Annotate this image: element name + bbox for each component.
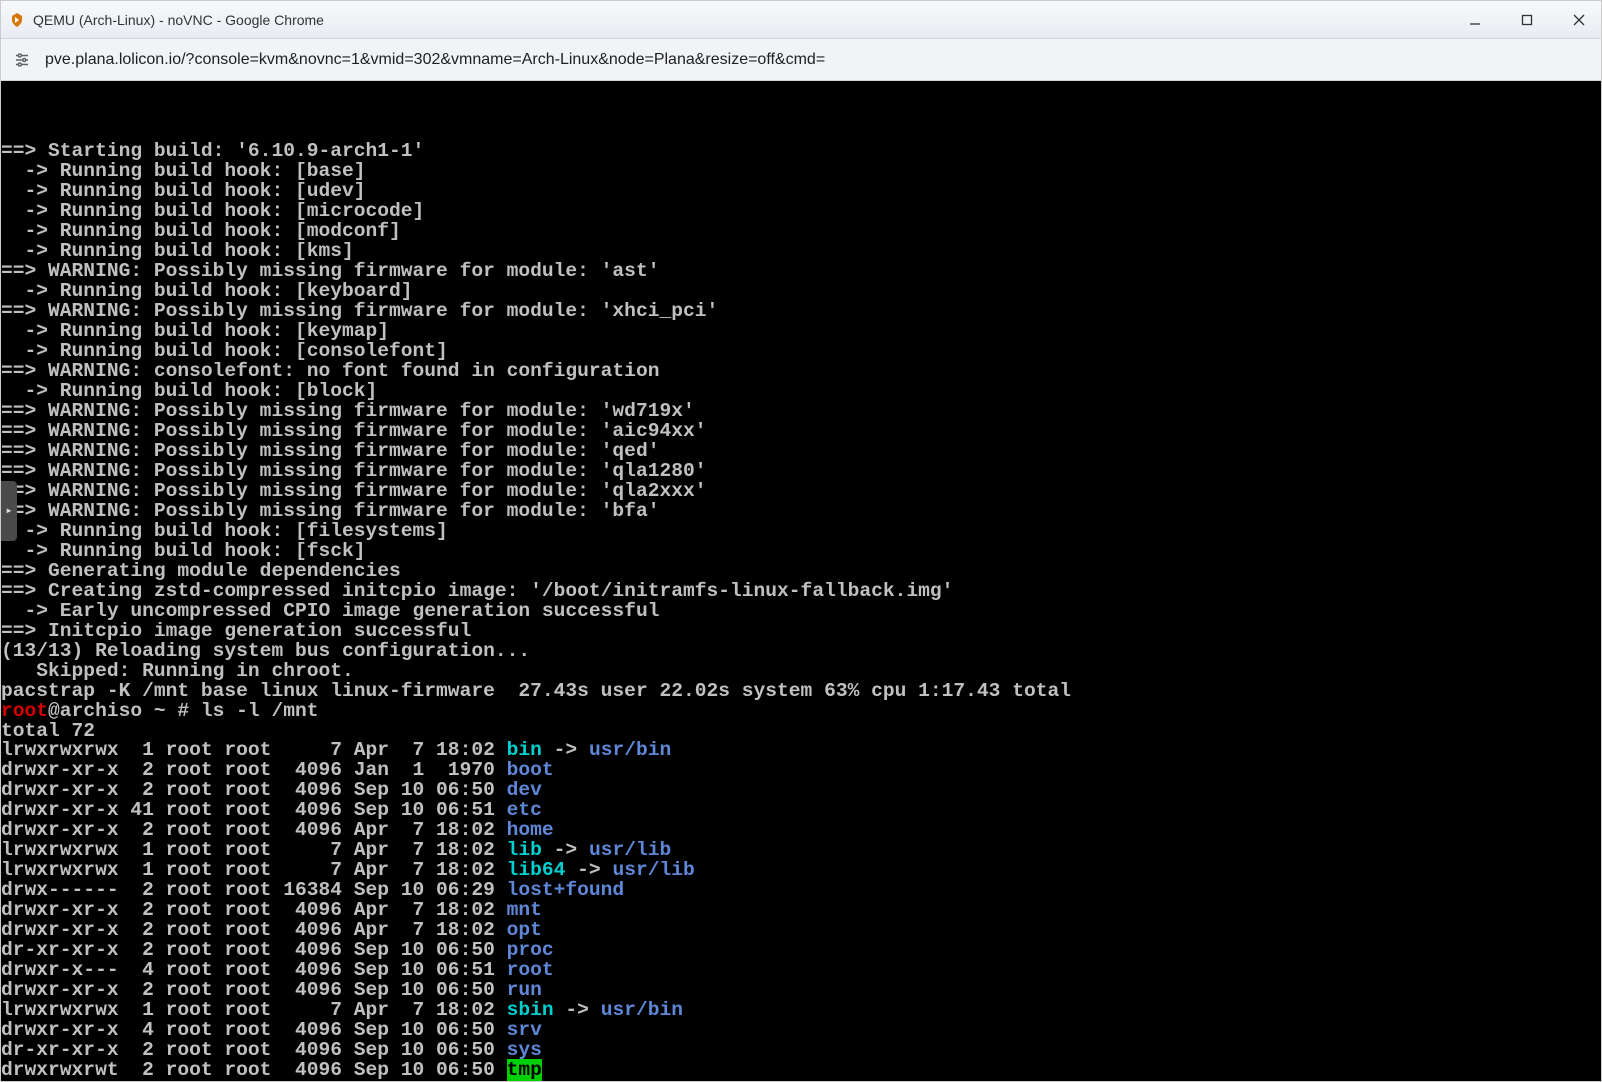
- terminal-line: drwxr-xr-x 8 root root 4096 Sep 10 06:51…: [1, 1080, 1601, 1081]
- terminal-line: lrwxrwxrwx 1 root root 7 Apr 7 18:02 lib…: [1, 840, 1601, 860]
- terminal-line: ==> WARNING: Possibly missing firmware f…: [1, 501, 1601, 521]
- address-bar[interactable]: pve.plana.lolicon.io/?console=kvm&novnc=…: [1, 39, 1601, 81]
- window-titlebar: QEMU (Arch-Linux) - noVNC - Google Chrom…: [1, 1, 1601, 39]
- close-button[interactable]: [1565, 6, 1593, 34]
- terminal-line: drwxr-xr-x 4 root root 4096 Sep 10 06:50…: [1, 1020, 1601, 1040]
- terminal-line: total 72: [1, 721, 1601, 741]
- terminal-line: -> Running build hook: [fsck]: [1, 541, 1601, 561]
- terminal-line: (13/13) Reloading system bus configurati…: [1, 641, 1601, 661]
- terminal-line: ==> WARNING: Possibly missing firmware f…: [1, 261, 1601, 281]
- terminal-line: root@archiso ~ # ls -l /mnt: [1, 701, 1601, 721]
- site-settings-icon[interactable]: [11, 49, 33, 71]
- terminal-line: drwxr-xr-x 2 root root 4096 Apr 7 18:02 …: [1, 900, 1601, 920]
- terminal-line: -> Running build hook: [block]: [1, 381, 1601, 401]
- terminal-line: -> Early uncompressed CPIO image generat…: [1, 601, 1601, 621]
- terminal-line: -> Running build hook: [kms]: [1, 241, 1601, 261]
- terminal-line: ==> WARNING: Possibly missing firmware f…: [1, 421, 1601, 441]
- terminal-viewport[interactable]: ▸ ==> Starting build: '6.10.9-arch1-1' -…: [1, 81, 1601, 1081]
- terminal-line: -> Running build hook: [consolefont]: [1, 341, 1601, 361]
- terminal-line: -> Running build hook: [filesystems]: [1, 521, 1601, 541]
- terminal-line: drwxr-xr-x 2 root root 4096 Jan 1 1970 b…: [1, 760, 1601, 780]
- novnc-panel-handle[interactable]: ▸: [1, 481, 17, 541]
- terminal-line: drwxrwxrwt 2 root root 4096 Sep 10 06:50…: [1, 1060, 1601, 1080]
- maximize-button[interactable]: [1513, 6, 1541, 34]
- terminal-line: drwx------ 2 root root 16384 Sep 10 06:2…: [1, 880, 1601, 900]
- terminal-line: ==> Initcpio image generation successful: [1, 621, 1601, 641]
- terminal-line: -> Running build hook: [udev]: [1, 181, 1601, 201]
- terminal-line: ==> WARNING: Possibly missing firmware f…: [1, 401, 1601, 421]
- window-controls: [1461, 6, 1593, 34]
- terminal-line: lrwxrwxrwx 1 root root 7 Apr 7 18:02 sbi…: [1, 1000, 1601, 1020]
- app-icon: [9, 12, 25, 28]
- terminal-line: drwxr-xr-x 2 root root 4096 Sep 10 06:50…: [1, 980, 1601, 1000]
- terminal-line: ==> WARNING: Possibly missing firmware f…: [1, 441, 1601, 461]
- terminal-line: lrwxrwxrwx 1 root root 7 Apr 7 18:02 lib…: [1, 860, 1601, 880]
- terminal-line: ==> Starting build: '6.10.9-arch1-1': [1, 141, 1601, 161]
- terminal-line: drwxr-xr-x 41 root root 4096 Sep 10 06:5…: [1, 800, 1601, 820]
- terminal-line: ==> Generating module dependencies: [1, 561, 1601, 581]
- terminal-line: pacstrap -K /mnt base linux linux-firmwa…: [1, 681, 1601, 701]
- terminal-line: -> Running build hook: [keyboard]: [1, 281, 1601, 301]
- terminal-line: dr-xr-xr-x 2 root root 4096 Sep 10 06:50…: [1, 1040, 1601, 1060]
- terminal-line: dr-xr-xr-x 2 root root 4096 Sep 10 06:50…: [1, 940, 1601, 960]
- terminal-line: ==> WARNING: consolefont: no font found …: [1, 361, 1601, 381]
- terminal-content: ==> Starting build: '6.10.9-arch1-1' -> …: [1, 141, 1601, 1081]
- url-text[interactable]: pve.plana.lolicon.io/?console=kvm&novnc=…: [45, 51, 1591, 69]
- terminal-line: ==> WARNING: Possibly missing firmware f…: [1, 481, 1601, 501]
- terminal-line: ==> Creating zstd-compressed initcpio im…: [1, 581, 1601, 601]
- terminal-line: -> Running build hook: [microcode]: [1, 201, 1601, 221]
- terminal-line: ==> WARNING: Possibly missing firmware f…: [1, 461, 1601, 481]
- terminal-line: lrwxrwxrwx 1 root root 7 Apr 7 18:02 bin…: [1, 740, 1601, 760]
- terminal-line: drwxr-xr-x 2 root root 4096 Apr 7 18:02 …: [1, 920, 1601, 940]
- browser-window: QEMU (Arch-Linux) - noVNC - Google Chrom…: [0, 0, 1602, 1082]
- window-title: QEMU (Arch-Linux) - noVNC - Google Chrom…: [33, 12, 1461, 28]
- minimize-button[interactable]: [1461, 6, 1489, 34]
- terminal-line: drwxr-xr-x 2 root root 4096 Sep 10 06:50…: [1, 780, 1601, 800]
- terminal-line: drwxr-x--- 4 root root 4096 Sep 10 06:51…: [1, 960, 1601, 980]
- terminal-line: -> Running build hook: [modconf]: [1, 221, 1601, 241]
- terminal-line: -> Running build hook: [keymap]: [1, 321, 1601, 341]
- terminal-line: drwxr-xr-x 2 root root 4096 Apr 7 18:02 …: [1, 820, 1601, 840]
- terminal-line: -> Running build hook: [base]: [1, 161, 1601, 181]
- terminal-line: ==> WARNING: Possibly missing firmware f…: [1, 301, 1601, 321]
- terminal-line: Skipped: Running in chroot.: [1, 661, 1601, 681]
